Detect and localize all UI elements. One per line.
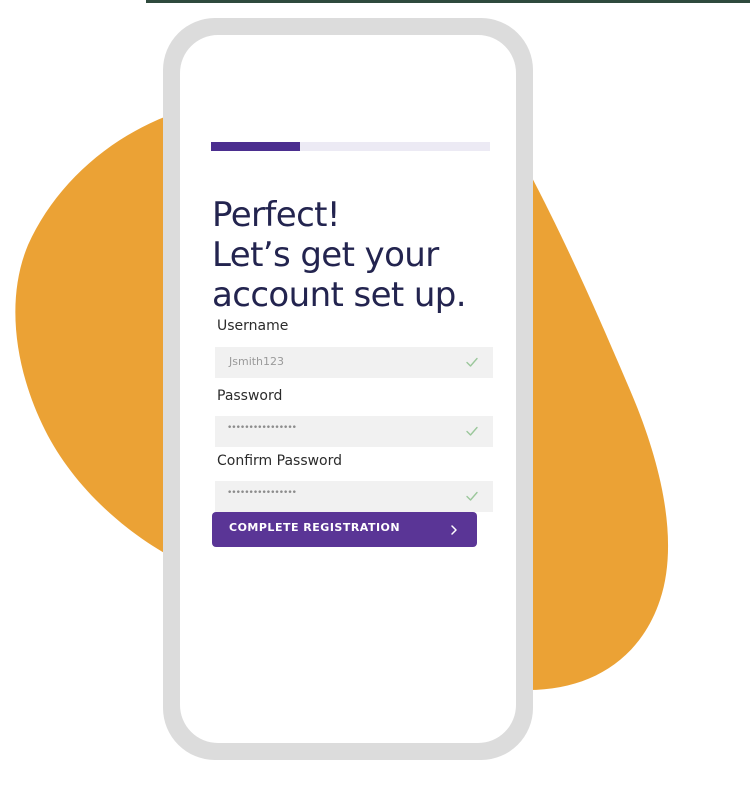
check-icon: [466, 426, 478, 436]
page-title-line-3: account set up.: [212, 275, 467, 315]
page-title-line-2: Let’s get your: [212, 235, 439, 275]
page-title-line-1: Perfect!: [212, 195, 341, 235]
confirm-password-value: ••••••••••••••••: [227, 488, 297, 498]
password-label: Password: [217, 388, 283, 404]
phone-frame: Perfect! Let’s get your account set up. …: [163, 18, 533, 760]
page-title: Perfect! Let’s get your account set up.: [212, 195, 512, 315]
username-field[interactable]: Jsmith123: [215, 347, 493, 378]
chevron-right-icon: [451, 525, 457, 535]
check-icon: [466, 357, 478, 367]
progress-bar: [211, 142, 490, 151]
progress-bar-fill: [211, 142, 301, 151]
complete-registration-label: COMPLETE REGISTRATION: [229, 521, 401, 534]
illustration-stage: Perfect! Let’s get your account set up. …: [0, 0, 750, 801]
username-label: Username: [217, 318, 289, 334]
phone-screen: Perfect! Let’s get your account set up. …: [180, 35, 516, 743]
check-icon: [466, 491, 478, 501]
username-value: Jsmith123: [229, 355, 285, 368]
confirm-password-label: Confirm Password: [217, 453, 343, 469]
password-value: ••••••••••••••••: [227, 423, 297, 433]
complete-registration-button[interactable]: COMPLETE REGISTRATION: [212, 512, 477, 547]
password-field[interactable]: ••••••••••••••••: [215, 416, 493, 447]
confirm-password-field[interactable]: ••••••••••••••••: [215, 481, 493, 512]
